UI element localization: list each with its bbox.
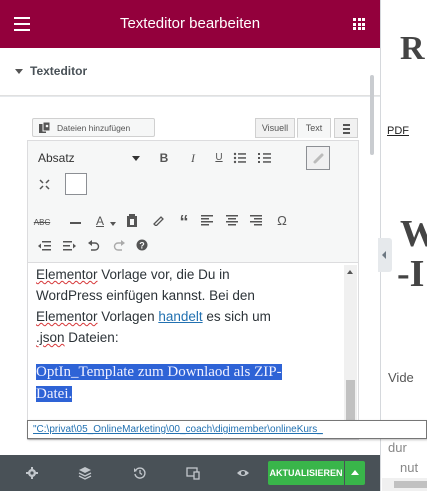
chevron-up-icon bbox=[351, 470, 359, 475]
save-options-button[interactable] bbox=[345, 461, 365, 485]
widgets-grid-icon[interactable] bbox=[353, 18, 365, 30]
editor-scrollbar[interactable] bbox=[344, 265, 357, 439]
italic-button[interactable]: I bbox=[184, 150, 202, 166]
tinymce-editor: Absatz B I U ABC A “ Ω ? Elementor Vorla… bbox=[27, 140, 359, 440]
underline-button[interactable]: U bbox=[210, 150, 228, 166]
spellcheck-word: .json bbox=[36, 330, 65, 345]
collapse-panel-button[interactable] bbox=[378, 238, 392, 272]
inline-link[interactable]: handelt bbox=[158, 309, 202, 324]
special-character-button[interactable]: Ω bbox=[273, 213, 291, 229]
text-fragment: es sich um bbox=[202, 309, 271, 324]
panel-title: Texteditor bearbeiten bbox=[119, 15, 261, 32]
panel-header: Texteditor bearbeiten bbox=[0, 0, 380, 48]
text-line: .json Dateien: bbox=[36, 327, 336, 348]
chevron-down-icon[interactable] bbox=[110, 222, 116, 226]
link-url-tooltip: "C:\privat\05_OnlineMarketing\00_coach\d… bbox=[27, 420, 427, 439]
preview-eye-icon[interactable] bbox=[236, 466, 250, 480]
format-select-value: Absatz bbox=[38, 151, 75, 165]
outdent-icon[interactable] bbox=[38, 241, 51, 252]
preview-heading-fragment: R bbox=[400, 30, 425, 67]
toolbar-row-4: ? bbox=[28, 234, 358, 260]
caret-down-icon bbox=[15, 69, 23, 74]
paste-as-text-icon[interactable] bbox=[126, 214, 138, 227]
spellcheck-word: Elementor bbox=[36, 267, 98, 282]
preview-heading-fragment: W bbox=[400, 213, 427, 255]
svg-text:?: ? bbox=[139, 241, 145, 251]
panel-scrollbar-thumb[interactable] bbox=[370, 75, 374, 155]
preview-link-fragment[interactable]: PDF bbox=[387, 125, 409, 137]
align-center-icon[interactable] bbox=[226, 215, 238, 226]
section-title: Texteditor bbox=[30, 64, 88, 78]
text-fragment: Vorlage vor, die Du in bbox=[97, 267, 230, 282]
remove-link-icon[interactable] bbox=[38, 178, 51, 190]
preview-text-fragment: nut bbox=[400, 460, 419, 475]
section-toggle-texteditor[interactable]: Texteditor bbox=[0, 48, 380, 96]
numbered-list-icon[interactable] bbox=[258, 152, 272, 164]
preview-heading-fragment: -I bbox=[397, 253, 425, 295]
chevron-left-icon bbox=[382, 251, 386, 259]
bullet-list-icon[interactable] bbox=[233, 152, 247, 164]
strikethrough-button[interactable]: ABC bbox=[33, 215, 51, 231]
text-line: WordPress einfügen kannst. Bei den bbox=[36, 288, 255, 303]
navigator-layers-icon[interactable] bbox=[78, 466, 92, 480]
selected-link-text[interactable]: Datei. bbox=[36, 383, 336, 405]
text-fragment: Dateien: bbox=[64, 330, 119, 345]
indent-icon[interactable] bbox=[63, 241, 76, 252]
format-select[interactable]: Absatz bbox=[33, 147, 145, 169]
spellcheck-word: Elementor bbox=[36, 309, 98, 324]
settings-icon[interactable] bbox=[25, 466, 39, 480]
toolbar-toggle-kitchen-sink[interactable] bbox=[65, 173, 87, 195]
preview-text-fragment: Vide bbox=[388, 370, 414, 385]
clear-formatting-icon[interactable] bbox=[152, 214, 164, 226]
history-icon[interactable] bbox=[133, 466, 147, 480]
horizontal-line-icon[interactable] bbox=[70, 222, 81, 224]
add-media-button[interactable]: Dateien hinzufügen bbox=[32, 118, 155, 137]
selected-text-line2: Datei. bbox=[36, 386, 73, 402]
scroll-up-icon[interactable] bbox=[347, 270, 353, 274]
elementor-panel: Texteditor bearbeiten Texteditor Dateien… bbox=[0, 0, 380, 491]
toolbar-row-2 bbox=[28, 171, 358, 197]
text-fragment: Vorlagen bbox=[97, 309, 159, 324]
text-line: Elementor Vorlage vor, die Du in bbox=[36, 264, 336, 285]
preview-horizontal-scrollbar[interactable] bbox=[382, 478, 427, 491]
insert-link-button[interactable] bbox=[306, 146, 330, 170]
preview-text-fragment: dur bbox=[388, 440, 407, 455]
update-button[interactable]: AKTUALISIEREN bbox=[268, 461, 344, 485]
chevron-down-icon bbox=[132, 156, 140, 161]
add-media-label: Dateien hinzufügen bbox=[57, 123, 131, 133]
toolbar-toggle-button[interactable] bbox=[334, 118, 358, 138]
preview-scrollbar-thumb[interactable] bbox=[394, 481, 427, 488]
media-icon bbox=[39, 121, 51, 133]
text-color-button[interactable]: A bbox=[91, 213, 109, 229]
link-icon bbox=[313, 153, 324, 164]
responsive-mode-icon[interactable] bbox=[186, 466, 200, 480]
align-left-icon[interactable] bbox=[201, 215, 213, 226]
bold-button[interactable]: B bbox=[155, 150, 173, 166]
tab-text[interactable]: Text bbox=[297, 118, 331, 138]
blockquote-button[interactable]: “ bbox=[175, 213, 193, 231]
align-right-icon[interactable] bbox=[250, 215, 262, 226]
selected-text-line1: OptIn_Template zum Downlaod als ZIP- bbox=[36, 364, 282, 380]
tab-visual[interactable]: Visuell bbox=[255, 118, 295, 138]
toolbar-row-1: Absatz B I U bbox=[28, 141, 358, 170]
editor-text-area[interactable]: Elementor Vorlage vor, die Du in WordPre… bbox=[28, 262, 358, 439]
redo-icon[interactable] bbox=[113, 240, 125, 252]
selected-link-text[interactable]: OptIn_Template zum Downlaod als ZIP- bbox=[36, 361, 336, 383]
undo-icon[interactable] bbox=[88, 240, 100, 252]
help-icon[interactable]: ? bbox=[136, 239, 148, 251]
toolbar-row-3: ABC A “ Ω bbox=[28, 209, 358, 235]
text-line: Elementor Vorlagen handelt es sich um bbox=[36, 306, 336, 327]
